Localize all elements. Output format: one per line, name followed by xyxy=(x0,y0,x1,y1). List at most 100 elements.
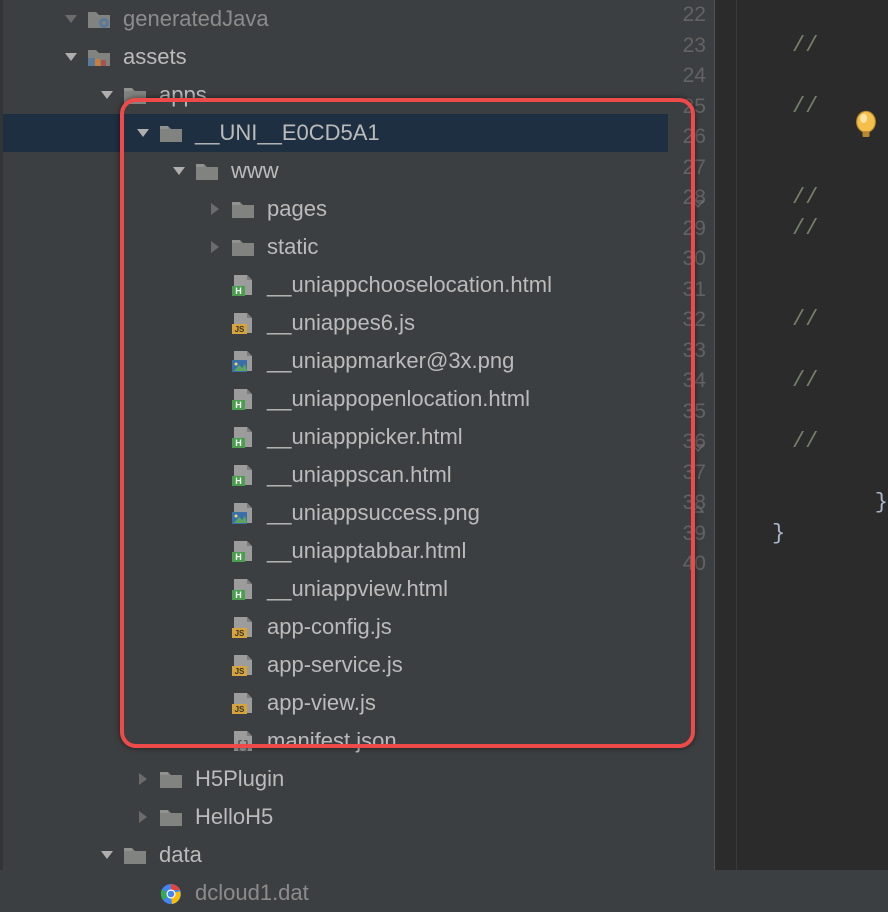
chevron-down-icon[interactable] xyxy=(167,159,191,183)
code-line[interactable]: // xyxy=(742,305,888,336)
project-tree[interactable]: generatedJava assets apps __UNI__E0CD5A1www… xyxy=(0,0,668,870)
line-number: 24 xyxy=(668,61,706,92)
code-line[interactable] xyxy=(742,458,888,489)
chevron-down-icon[interactable] xyxy=(95,83,119,107)
chrome-file-icon xyxy=(159,882,183,904)
folder-icon xyxy=(159,122,183,144)
code-line[interactable] xyxy=(742,275,888,306)
tree-item-label: __uniappmarker@3x.png xyxy=(267,348,514,374)
line-number: 23 xyxy=(668,31,706,62)
code-line[interactable]: // xyxy=(742,366,888,397)
tree-item-label: static xyxy=(267,234,318,260)
chevron-down-icon[interactable] xyxy=(59,7,83,31)
tree-item-label: data xyxy=(159,842,202,868)
tree-row[interactable]: generatedJava xyxy=(13,0,668,38)
tree-row[interactable]: __uniappmarker@3x.png xyxy=(13,342,668,380)
folder-icon xyxy=(231,236,255,258)
tree-row[interactable]: app-service.js xyxy=(13,646,668,684)
tree-row[interactable]: static xyxy=(13,228,668,266)
chevron-right-icon[interactable] xyxy=(131,767,155,791)
line-number: 37 xyxy=(668,458,706,489)
line-number: 25 xyxy=(668,92,706,123)
folder-icon xyxy=(87,46,111,68)
chevron-down-icon[interactable] xyxy=(131,121,155,145)
tree-row[interactable]: H5Plugin xyxy=(13,760,668,798)
chevron-right-icon[interactable] xyxy=(203,235,227,259)
line-number: 22 xyxy=(668,0,706,31)
tree-item-label: __uniappsuccess.png xyxy=(267,500,480,526)
tree-item-label: __uniappopenlocation.html xyxy=(267,386,530,412)
folder-icon xyxy=(87,8,111,30)
editor-gutter: 22232425262728293031323334353637383940 xyxy=(668,0,715,870)
tree-row[interactable]: __uniappview.html xyxy=(13,570,668,608)
tree-item-label: apps xyxy=(159,82,207,108)
line-number: 35 xyxy=(668,397,706,428)
html-file-icon xyxy=(231,388,255,410)
code-line[interactable] xyxy=(742,397,888,428)
code-line[interactable]: // xyxy=(742,427,888,458)
tree-item-label: app-view.js xyxy=(267,690,376,716)
editor[interactable]: ////////////// }} xyxy=(715,0,888,870)
line-number: 34 xyxy=(668,366,706,397)
intention-bulb-icon[interactable] xyxy=(852,109,880,139)
line-number: 40 xyxy=(668,549,706,580)
tree-item-label: generatedJava xyxy=(123,6,269,32)
code-line[interactable] xyxy=(742,61,888,92)
folder-icon xyxy=(123,844,147,866)
tree-item-label: pages xyxy=(267,196,327,222)
tree-item-label: app-service.js xyxy=(267,652,403,678)
chevron-down-icon[interactable] xyxy=(95,843,119,867)
html-file-icon xyxy=(231,274,255,296)
tree-item-label: manifest.json xyxy=(267,728,397,754)
code-line[interactable]: // xyxy=(742,31,888,62)
tree-item-label: __uniappview.html xyxy=(267,576,448,602)
tree-item-label: __uniappscan.html xyxy=(267,462,452,488)
tree-row[interactable]: __uniappopenlocation.html xyxy=(13,380,668,418)
tree-row[interactable]: app-view.js xyxy=(13,684,668,722)
folder-icon xyxy=(195,160,219,182)
tree-row[interactable]: dcloud1.dat xyxy=(13,874,668,912)
folder-icon xyxy=(159,768,183,790)
json-file-icon xyxy=(231,730,255,752)
line-number: 31 xyxy=(668,275,706,306)
code-line[interactable]: } xyxy=(742,519,888,550)
line-number: 29 xyxy=(668,214,706,245)
code-line[interactable] xyxy=(742,153,888,184)
code-line[interactable] xyxy=(742,549,888,580)
tree-row[interactable]: app-config.js xyxy=(13,608,668,646)
tree-row[interactable]: data xyxy=(13,836,668,874)
line-number: 27 xyxy=(668,153,706,184)
image-file-icon xyxy=(231,350,255,372)
tree-row[interactable]: __uniappsuccess.png xyxy=(13,494,668,532)
tree-item-label: app-config.js xyxy=(267,614,392,640)
folder-icon xyxy=(231,198,255,220)
tree-row[interactable]: assets xyxy=(13,38,668,76)
tree-row[interactable]: __uniappes6.js xyxy=(13,304,668,342)
js-file-icon xyxy=(231,692,255,714)
tree-row[interactable]: HelloH5 xyxy=(13,798,668,836)
code-line[interactable]: } xyxy=(742,488,888,519)
tree-row[interactable]: __uniappscan.html xyxy=(13,456,668,494)
tree-item-label: www xyxy=(231,158,279,184)
tree-row[interactable]: __uniapptabbar.html xyxy=(13,532,668,570)
code-line[interactable]: // xyxy=(742,183,888,214)
chevron-down-icon[interactable] xyxy=(59,45,83,69)
tree-row[interactable]: www xyxy=(13,152,668,190)
html-file-icon xyxy=(231,464,255,486)
tree-row[interactable]: __UNI__E0CD5A1 xyxy=(3,114,668,152)
js-file-icon xyxy=(231,654,255,676)
line-number: 33 xyxy=(668,336,706,367)
tree-row[interactable]: pages xyxy=(13,190,668,228)
line-number: 26 xyxy=(668,122,706,153)
code-line[interactable] xyxy=(742,0,888,31)
code-line[interactable]: // xyxy=(742,214,888,245)
code-line[interactable] xyxy=(742,336,888,367)
tree-row[interactable]: apps xyxy=(13,76,668,114)
code-line[interactable] xyxy=(742,244,888,275)
tree-row[interactable]: __uniapppicker.html xyxy=(13,418,668,456)
chevron-right-icon[interactable] xyxy=(131,805,155,829)
tree-item-label: dcloud1.dat xyxy=(195,880,309,906)
tree-row[interactable]: __uniappchooselocation.html xyxy=(13,266,668,304)
chevron-right-icon[interactable] xyxy=(203,197,227,221)
tree-row[interactable]: manifest.json xyxy=(13,722,668,760)
